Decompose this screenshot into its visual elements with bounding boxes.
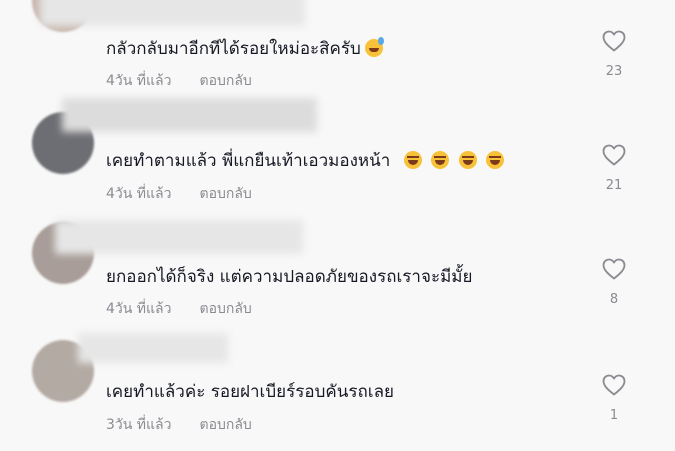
- comment-time: 4วัน ที่แล้ว: [106, 73, 172, 89]
- comment-time: 4วัน ที่แล้ว: [106, 186, 172, 202]
- reply-button[interactable]: ตอบกลับ: [199, 301, 251, 317]
- comment-text: ยกออกได้ก็จริง แต่ความปลอดภัยของรถเราจะม…: [106, 263, 472, 290]
- comment-text: เคยทำแล้วค่ะ รอยฝาเบียร์รอบคันรถเลย: [106, 378, 394, 405]
- comment-text-content: ยกออกได้ก็จริง แต่ความปลอดภัยของรถเราจะม…: [106, 267, 473, 287]
- comment-time: 3วัน ที่แล้ว: [106, 417, 172, 433]
- laughing-tears-emoji-icon: [458, 151, 477, 169]
- comment-meta: 3วัน ที่แล้ว ตอบกลับ: [106, 414, 252, 436]
- like-count: 23: [605, 64, 623, 79]
- comment-meta: 4วัน ที่แล้ว ตอบกลับ: [106, 183, 252, 205]
- comment-text-content: เคยทำแล้วค่ะ รอยฝาเบียร์รอบคันรถเลย: [106, 382, 394, 402]
- like-count: 1: [609, 408, 619, 423]
- like-button[interactable]: 1: [598, 374, 630, 423]
- comment-meta: 4วัน ที่แล้ว ตอบกลับ: [106, 298, 252, 320]
- laughing-tears-emoji-icon: [485, 151, 504, 169]
- comment-text: เคยทำตามแล้ว พี่แกยืนเท้าเอวมองหน้า: [106, 147, 504, 174]
- like-button[interactable]: 23: [598, 30, 630, 79]
- comment-meta: 4วัน ที่แล้ว ตอบกลับ: [106, 70, 252, 92]
- comment-text-content: เคยทำตามแล้ว พี่แกยืนเท้าเอวมองหน้า: [106, 151, 391, 171]
- heart-outline-icon[interactable]: [602, 30, 626, 52]
- like-button[interactable]: 8: [598, 258, 630, 307]
- heart-outline-icon[interactable]: [602, 374, 626, 396]
- username-blurred: [62, 98, 317, 132]
- comment-text: กลัวกลับมาอีกทีได้รอยใหม่อะสิครับ: [106, 35, 384, 62]
- laughing-tears-emoji-icon: [431, 151, 450, 169]
- reply-button[interactable]: ตอบกลับ: [199, 186, 251, 202]
- reply-button[interactable]: ตอบกลับ: [199, 73, 251, 89]
- comment-time: 4วัน ที่แล้ว: [106, 301, 172, 317]
- grinning-sweat-emoji-icon: [364, 37, 384, 57]
- heart-outline-icon[interactable]: [602, 258, 626, 280]
- like-button[interactable]: 21: [598, 144, 630, 193]
- username-blurred: [55, 220, 303, 254]
- username-blurred: [78, 333, 228, 363]
- reply-button[interactable]: ตอบกลับ: [199, 417, 251, 433]
- heart-outline-icon[interactable]: [602, 144, 626, 166]
- username-blurred: [40, 0, 305, 26]
- like-count: 21: [605, 178, 623, 193]
- like-count: 8: [609, 292, 619, 307]
- comment-text-content: กลัวกลับมาอีกทีได้รอยใหม่อะสิครับ: [106, 39, 361, 59]
- laughing-tears-emoji-icon: [403, 151, 422, 169]
